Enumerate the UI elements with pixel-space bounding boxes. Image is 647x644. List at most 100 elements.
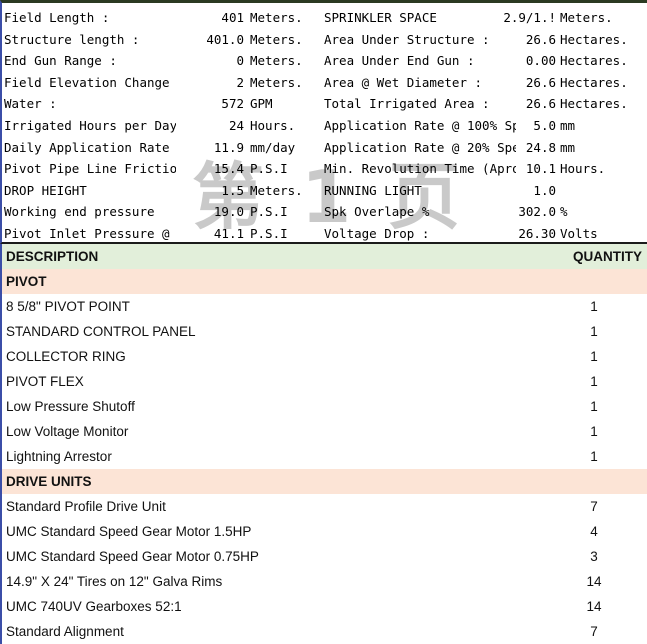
spec-left-unit: Meters. <box>250 10 303 25</box>
spec-left-label: Water : <box>4 96 57 112</box>
spec-left-value: 24 <box>228 117 244 133</box>
bom-item-description: 14.9" X 24" Tires on 12" Galva Rims <box>6 574 223 589</box>
bom-item-row: UMC Standard Speed Gear Motor 0.75HP 3 <box>2 544 647 569</box>
bom-item-row: Standard Alignment 7 <box>2 619 647 644</box>
spec-right-unit: % <box>560 204 568 220</box>
spec-right-unit: Hectares. <box>560 74 628 90</box>
bill-of-materials-table: DESCRIPTION QUANTITY PIVOT 8 5/8" PIVOT POI… <box>0 244 647 644</box>
bom-item-description: PIVOT <box>6 274 47 289</box>
spec-left-value: 2 <box>236 74 244 90</box>
spec-right-value: 10.1 <box>525 161 556 177</box>
spec-left-value: 401 <box>221 10 244 25</box>
spec-right-value: 24.8 <box>525 139 556 155</box>
bom-item-description: Standard Alignment <box>6 624 124 639</box>
bom-item-quantity: 7 <box>590 624 598 639</box>
bom-item-description: Low Pressure Shutoff <box>6 399 135 414</box>
bom-item-quantity: 1 <box>590 424 598 439</box>
spec-left-label: Field Elevation Change : <box>4 74 176 90</box>
bom-column-header-quantity: QUANTITY <box>573 249 642 264</box>
spec-right-value: 26.6 <box>525 31 556 47</box>
bom-item-row: UMC 740UV Gearboxes 52:1 14 <box>2 594 647 619</box>
spec-right-label: Area @ Wet Diameter : <box>324 74 483 90</box>
bom-item-quantity <box>562 469 626 494</box>
spec-right-label: Area Under Structure : <box>324 31 490 47</box>
spec-right-unit: mm <box>560 139 576 155</box>
bom-item-description: Standard Profile Drive Unit <box>6 499 166 514</box>
spec-right-unit: Hectares. <box>560 96 628 112</box>
bom-item-row: Low Voltage Monitor 1 <box>2 419 647 444</box>
spec-left-label: Field Length : <box>4 10 110 25</box>
bom-item-row: UMC Standard Speed Gear Motor 1.5HP 4 <box>2 519 647 544</box>
bom-item-row: PIVOT FLEX 1 <box>2 369 647 394</box>
spec-row: Pivot Pipe Line Friction loss 15.4 P.S.I Mi… <box>2 158 647 180</box>
spec-right-unit: Hours. <box>560 161 606 177</box>
bom-item-quantity: 4 <box>590 524 598 539</box>
bom-column-header-description: DESCRIPTION <box>6 249 99 264</box>
bom-item-quantity <box>562 269 626 294</box>
bom-item-row: 14.9" X 24" Tires on 12" Galva Rims 14 <box>2 569 647 594</box>
bom-item-row: STANDARD CONTROL PANEL 1 <box>2 319 647 344</box>
spec-right-value: 302.0 <box>518 204 556 220</box>
spec-row: End Gun Range : 0 Meters. Area Under End Gu… <box>2 50 647 72</box>
bom-item-row: Lightning Arrestor 1 <box>2 444 647 469</box>
spec-left-label: Pivot Inlet Pressure @ Lower F <box>4 225 176 241</box>
spec-right-label: Application Rate @ 20% Speed <box>324 139 516 155</box>
spec-right-value: 26.6 <box>525 96 556 112</box>
bom-item-description: DRIVE UNITS <box>6 474 92 489</box>
spec-left-unit: Meters. <box>250 182 303 198</box>
bom-item-description: UMC Standard Speed Gear Motor 1.5HP <box>6 524 252 539</box>
pivot-specification-panel: Field Length : 401 Meters. SPRINKLER SPACE 2… <box>0 0 647 244</box>
spec-left-unit: P.S.I <box>250 161 288 177</box>
spec-row: Pivot Inlet Pressure @ Lower F 41.1 P.S.I V… <box>2 223 647 245</box>
bom-item-quantity: 1 <box>590 399 598 414</box>
spec-left-unit: P.S.I <box>250 225 288 241</box>
spec-row: Structure length : 401.0 Meters. Area Under… <box>2 29 647 51</box>
bom-item-description: UMC Standard Speed Gear Motor 0.75HP <box>6 549 259 564</box>
bom-item-quantity: 14 <box>586 599 602 614</box>
spec-right-label: Application Rate @ 100% Speed <box>324 117 516 133</box>
spec-left-label: End Gun Range : <box>4 53 117 69</box>
bom-item-row: 8 5/8" PIVOT POINT 1 <box>2 294 647 319</box>
spec-left-value: 11.9 <box>213 139 244 155</box>
spec-right-value: 0.00 <box>525 53 556 69</box>
spec-row: DROP HEIGHT 1.5 Meters. RUNNING LIGHT 1.0 <box>2 180 647 202</box>
bom-item-quantity: 14 <box>586 574 602 589</box>
bom-item-row: Standard Profile Drive Unit 7 <box>2 494 647 519</box>
spec-left-value: 41.1 <box>213 225 244 241</box>
spec-right-unit: Hectares. <box>560 31 628 47</box>
spec-left-label: Working end pressure <box>4 204 155 220</box>
spec-right-label: Spk Overlape % <box>324 204 430 220</box>
spec-left-value: 1.5 <box>221 182 244 198</box>
spec-right-label: SPRINKLER SPACE <box>324 10 437 25</box>
spec-right-value: 5.0 <box>533 117 556 133</box>
bom-item-quantity: 7 <box>590 499 598 514</box>
spec-left-unit: Meters. <box>250 53 303 69</box>
spec-right-unit: mm <box>560 117 576 133</box>
specification-grid: Field Length : 401 Meters. SPRINKLER SPACE 2… <box>2 3 647 242</box>
spec-row: Irrigated Hours per Day : 24 Hours. Applica… <box>2 115 647 137</box>
spec-left-label: DROP HEIGHT <box>4 182 87 198</box>
spec-left-label: Daily Application Rate : <box>4 139 176 155</box>
bom-item-row: COLLECTOR RING 1 <box>2 344 647 369</box>
spec-row: Field Length : 401 Meters. SPRINKLER SPACE 2… <box>2 7 647 29</box>
spec-left-unit: GPM <box>250 96 273 112</box>
spec-right-label: Area Under End Gun : <box>324 53 475 69</box>
bom-item-quantity: 3 <box>590 549 598 564</box>
spec-left-unit: Hours. <box>250 117 296 133</box>
spec-left-unit: Meters. <box>250 74 303 90</box>
spec-left-unit: Meters. <box>250 31 303 47</box>
spec-left-unit: P.S.I <box>250 204 288 220</box>
spec-left-value: 572 <box>221 96 244 112</box>
spec-right-unit: Meters. <box>560 10 613 25</box>
bom-item-description: 8 5/8" PIVOT POINT <box>6 299 130 314</box>
spec-left-label: Structure length : <box>4 31 140 47</box>
bom-section-row: DRIVE UNITS <box>2 469 647 494</box>
bom-item-quantity: 1 <box>590 374 598 389</box>
bom-header-row: DESCRIPTION QUANTITY <box>2 244 647 269</box>
spec-row: Water : 572 GPM Total Irrigated Area : 26.6 H… <box>2 93 647 115</box>
bom-item-description: PIVOT FLEX <box>6 374 84 389</box>
bom-item-description: STANDARD CONTROL PANEL <box>6 324 196 339</box>
spec-row: Field Elevation Change : 2 Meters. Area @ W… <box>2 72 647 94</box>
spec-row: Daily Application Rate : 11.9 mm/day Applic… <box>2 137 647 159</box>
spec-right-label: Min. Revolution Time (Aprox) <box>324 161 516 177</box>
